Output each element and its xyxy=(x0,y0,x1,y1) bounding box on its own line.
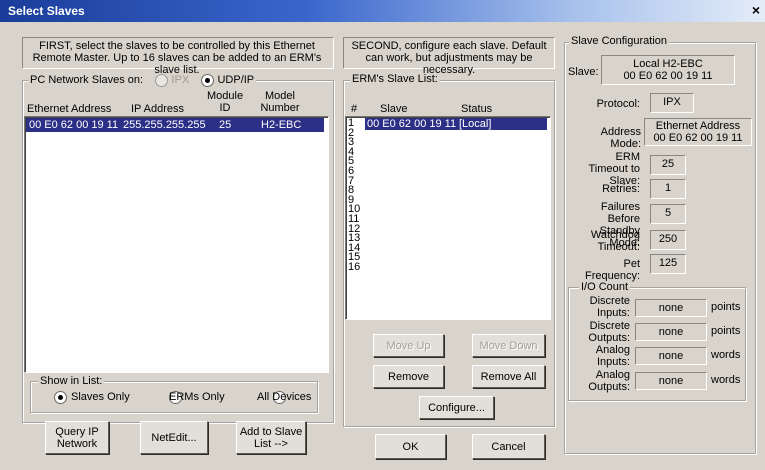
io-unit: points xyxy=(711,325,741,337)
all-devices-label: All Devices xyxy=(257,391,312,403)
col-ethernet-address: Ethernet Address xyxy=(27,103,112,115)
watchdog-label: Watchdog Timeout: xyxy=(590,229,640,253)
row-model: H2-EBC xyxy=(261,119,302,131)
col-status: Status xyxy=(461,103,493,115)
erm-row-status: [Local] xyxy=(459,118,492,130)
protocol-label: Protocol: xyxy=(596,98,640,110)
io-value: none xyxy=(635,299,707,317)
remove-all-button[interactable]: Remove All xyxy=(472,365,545,388)
netedit-button[interactable]: NetEdit... xyxy=(140,421,208,454)
io-value: none xyxy=(635,323,707,341)
retries-label: Retries: xyxy=(602,183,640,195)
io-value: none xyxy=(635,347,707,365)
io-unit: words xyxy=(711,374,741,386)
io-unit: points xyxy=(711,301,741,313)
io-label: Discrete Outputs: xyxy=(588,320,630,344)
slave-value-box: Local H2-EBC 00 E0 62 00 19 11 xyxy=(601,55,735,85)
erm-timeout-label: ERM Timeout to Slave: xyxy=(588,151,640,187)
row-ip: 255.255.255.255 xyxy=(123,119,206,131)
io-label: Analog Outputs: xyxy=(588,369,630,393)
io-count-label: I/O Count xyxy=(579,281,631,293)
slave-value-line2: 00 E0 62 00 19 11 xyxy=(623,70,713,82)
slave-label: Slave: xyxy=(568,66,599,78)
window-title: Select Slaves xyxy=(8,4,85,18)
erms-only-label: ERMs Only xyxy=(169,391,225,403)
col-model-number: Model Number xyxy=(260,90,300,114)
io-unit: words xyxy=(711,349,741,361)
pc-slaves-list[interactable] xyxy=(24,116,329,373)
io-label: Discrete Inputs: xyxy=(589,295,630,319)
io-label: Analog Inputs: xyxy=(595,344,630,368)
address-mode-line2: 00 E0 62 00 19 11 xyxy=(653,132,743,144)
row-number: 16 xyxy=(348,260,361,273)
pet-frequency-label: Pet Frequency: xyxy=(584,258,640,282)
io-value: none xyxy=(635,372,707,390)
row-eth: 00 E0 62 00 19 11 xyxy=(29,119,119,131)
col-ip-address: IP Address xyxy=(131,103,184,115)
left-instructions: FIRST, select the slaves to be controlle… xyxy=(32,40,322,76)
slave-value-line1: Local H2-EBC xyxy=(633,58,703,70)
pet-frequency-value[interactable]: 125 xyxy=(650,254,686,274)
close-icon[interactable]: × xyxy=(749,3,763,17)
title-bar xyxy=(0,0,765,22)
udp-label: UDP/IP xyxy=(217,74,255,86)
erm-row-slave: 00 E0 62 00 19 11 xyxy=(367,118,457,130)
move-down-button[interactable]: Move Down xyxy=(472,334,545,357)
retries-value[interactable]: 1 xyxy=(650,179,686,199)
slaves-only-radio[interactable] xyxy=(54,391,67,404)
ipx-radio[interactable] xyxy=(155,73,169,87)
slave-config-label: Slave Configuration xyxy=(569,35,670,47)
erm-slave-list-label: ERM's Slave List: xyxy=(350,73,440,85)
row-module: 25 xyxy=(219,119,232,131)
move-up-button[interactable]: Move Up xyxy=(373,334,444,357)
failures-value[interactable]: 5 xyxy=(650,204,686,224)
show-in-list-label: Show in List: xyxy=(38,375,105,387)
ok-button[interactable]: OK xyxy=(375,434,446,459)
watchdog-value[interactable]: 250 xyxy=(650,230,686,250)
ipx-label: IPX xyxy=(171,74,190,86)
query-ip-network-button[interactable]: Query IP Network xyxy=(45,421,109,454)
col-slave: Slave xyxy=(380,103,408,115)
add-to-slave-list-button[interactable]: Add to Slave List --> xyxy=(236,421,306,454)
middle-instructions: SECOND, configure each slave. Default ca… xyxy=(351,40,547,76)
slaves-only-label: Slaves Only xyxy=(71,391,130,403)
protocol-value: IPX xyxy=(650,93,694,113)
udp-radio[interactable] xyxy=(201,73,215,87)
configure-button[interactable]: Configure... xyxy=(419,396,494,419)
remove-button[interactable]: Remove xyxy=(373,365,444,388)
erm-timeout-value[interactable]: 25 xyxy=(650,155,686,175)
address-mode-line1: Ethernet Address xyxy=(655,120,741,132)
col-number: # xyxy=(351,103,358,115)
pc-network-group-label: PC Network Slaves on: IPX UDP/IP xyxy=(28,73,257,87)
col-module-id: Module ID xyxy=(207,90,244,114)
address-mode-box: Ethernet Address 00 E0 62 00 19 11 xyxy=(644,118,752,146)
address-mode-label: Address Mode: xyxy=(600,126,641,150)
row-numbers: 1 2 3 4 5 6 7 8 9 10 11 12 13 14 15 16 xyxy=(348,118,362,273)
erm-slave-list[interactable] xyxy=(345,116,551,320)
cancel-button[interactable]: Cancel xyxy=(472,434,545,459)
